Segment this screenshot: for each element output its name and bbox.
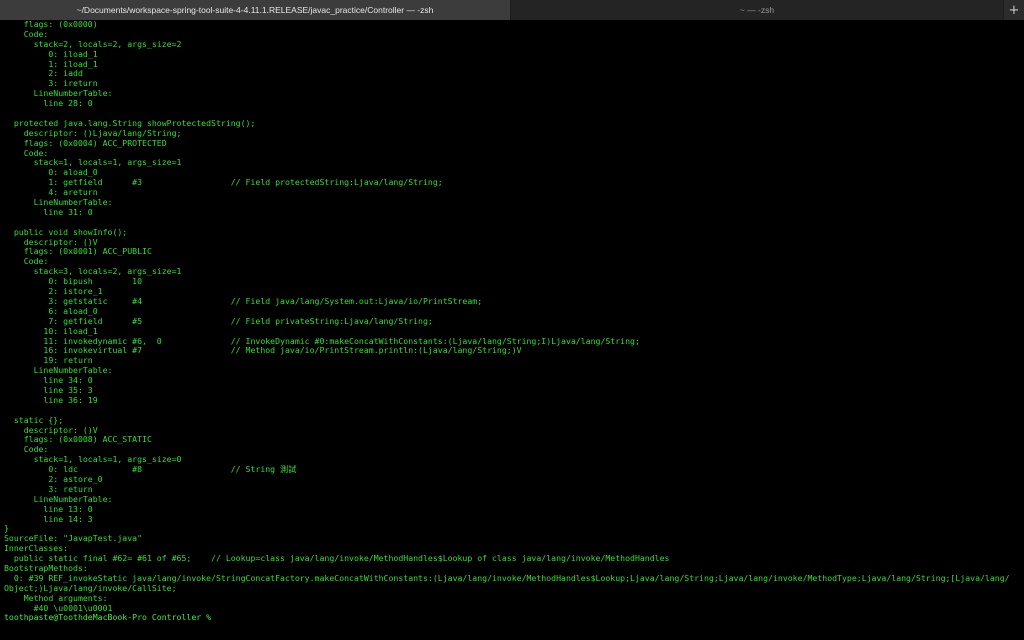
terminal-line: stack=2, locals=2, args_size=2 bbox=[4, 39, 182, 49]
tab-bar: ~/Documents/workspace-spring-tool-suite-… bbox=[0, 0, 1024, 20]
terminal-line: Object;)Ljava/lang/invoke/CallSite; bbox=[4, 583, 177, 593]
terminal-line: InnerClasses: bbox=[4, 544, 69, 554]
terminal-line: line 34: 0 bbox=[4, 376, 93, 386]
terminal-line: SourceFile: "JavapTest.java" bbox=[4, 534, 143, 544]
terminal-line: 16: invokevirtual #7 // Method java/io/P… bbox=[4, 346, 522, 356]
terminal-line: 3: ireturn bbox=[4, 79, 98, 89]
tab-home-zsh[interactable]: ~ — -zsh bbox=[511, 0, 1004, 20]
terminal-line: 1: iload_1 bbox=[4, 59, 98, 69]
terminal-line: flags: (0x0004) ACC_PROTECTED bbox=[4, 138, 167, 148]
terminal-line: stack=3, locals=2, args_size=1 bbox=[4, 267, 182, 277]
terminal-line: static {}; bbox=[4, 415, 64, 425]
terminal-line: public void showInfo(); bbox=[4, 227, 128, 237]
terminal-line: 6: aload_0 bbox=[4, 306, 98, 316]
terminal-line: } bbox=[4, 524, 9, 534]
terminal-line: 0: iload_1 bbox=[4, 49, 98, 59]
terminal-line: 0: aload_0 bbox=[4, 168, 98, 178]
terminal-line: 2: iadd bbox=[4, 69, 83, 79]
terminal-line: Code: bbox=[4, 445, 49, 455]
terminal-line: Code: bbox=[4, 148, 49, 158]
terminal-line: protected java.lang.String showProtected… bbox=[4, 118, 256, 128]
shell-prompt[interactable]: toothpaste@ToothdeMacBook-Pro Controller… bbox=[4, 613, 1024, 623]
terminal-output[interactable]: flags: (0x0000) Code: stack=2, locals=2,… bbox=[4, 20, 1024, 640]
terminal-line: 10: iload_1 bbox=[4, 326, 98, 336]
terminal-line: descriptor: ()V bbox=[4, 237, 98, 247]
terminal-line: #40 \u0001\u0001 bbox=[4, 603, 113, 613]
terminal-line: 2: istore_1 bbox=[4, 287, 103, 297]
terminal-line: descriptor: ()Ljava/lang/String; bbox=[4, 128, 182, 138]
terminal-line: stack=1, locals=1, args_size=1 bbox=[4, 158, 182, 168]
terminal-line: 1: getfield #3 // Field protectedString:… bbox=[4, 178, 443, 188]
terminal-line: 7: getfield #5 // Field privateString:Lj… bbox=[4, 316, 433, 326]
terminal-window: ~/Documents/workspace-spring-tool-suite-… bbox=[0, 0, 1024, 640]
terminal-line: LineNumberTable: bbox=[4, 494, 113, 504]
terminal-line: 19: return bbox=[4, 356, 93, 366]
terminal-line: descriptor: ()V bbox=[4, 425, 98, 435]
terminal-line: stack=1, locals=1, args_size=0 bbox=[4, 455, 182, 465]
terminal-line: LineNumberTable: bbox=[4, 366, 113, 376]
terminal-line: flags: (0x0001) ACC_PUBLIC bbox=[4, 247, 152, 257]
terminal-line: flags: (0x0008) ACC_STATIC bbox=[4, 435, 152, 445]
terminal-line: BootstrapMethods: bbox=[4, 563, 88, 573]
terminal-line: 3: return bbox=[4, 484, 93, 494]
terminal-line: Method arguments: bbox=[4, 593, 108, 603]
terminal-line: line 13: 0 bbox=[4, 504, 93, 514]
terminal-line: 0: #39 REF_invokeStatic java/lang/invoke… bbox=[4, 573, 1010, 583]
terminal-line: 2: astore_0 bbox=[4, 474, 103, 484]
terminal-line: line 31: 0 bbox=[4, 207, 93, 217]
terminal-line: LineNumberTable: bbox=[4, 89, 113, 99]
terminal-line: line 36: 19 bbox=[4, 395, 98, 405]
terminal-line: Code: bbox=[4, 29, 49, 39]
terminal-line: 0: ldc #8 // String 測試 bbox=[4, 465, 297, 475]
terminal-line: LineNumberTable: bbox=[4, 198, 113, 208]
terminal-line: 3: getstatic #4 // Field java/lang/Syste… bbox=[4, 296, 483, 306]
terminal-line: line 28: 0 bbox=[4, 99, 93, 109]
terminal-line: 4: areturn bbox=[4, 188, 98, 198]
terminal-line: line 14: 3 bbox=[4, 514, 93, 524]
tab-controller-zsh[interactable]: ~/Documents/workspace-spring-tool-suite-… bbox=[0, 0, 511, 20]
terminal-line: flags: (0x0000) bbox=[4, 20, 98, 29]
terminal-line: 0: bipush 10 bbox=[4, 277, 143, 287]
terminal-line: public static final #62= #61 of #65; // … bbox=[4, 554, 670, 564]
plus-icon[interactable]: + bbox=[1004, 0, 1024, 20]
terminal-line: 11: invokedynamic #6, 0 // InvokeDynamic… bbox=[4, 336, 640, 346]
terminal-line: line 35: 3 bbox=[4, 385, 93, 395]
terminal-line: Code: bbox=[4, 257, 49, 267]
